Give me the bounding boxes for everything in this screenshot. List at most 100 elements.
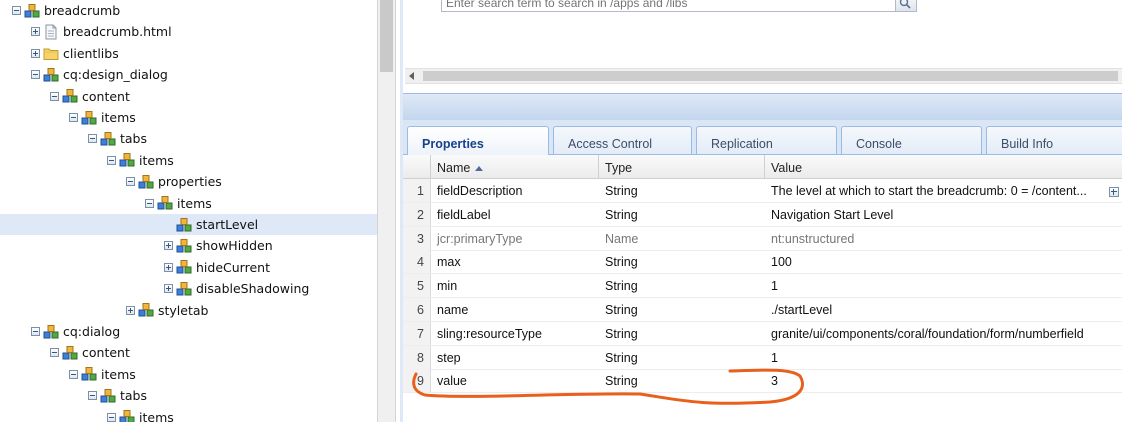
- tree-node-items[interactable]: items: [0, 364, 377, 385]
- tab-access-control[interactable]: Access Control: [553, 126, 692, 154]
- property-row[interactable]: 7 sling:resourceType String granite/ui/comp…: [403, 321, 1122, 346]
- property-type[interactable]: String: [599, 298, 765, 321]
- property-name[interactable]: sling:resourceType: [431, 322, 599, 345]
- tree-node-showhidden[interactable]: showHidden: [0, 235, 377, 256]
- column-header-name[interactable]: Name: [431, 155, 599, 178]
- horizontal-scrollbar-thumb[interactable]: [423, 71, 1118, 81]
- tree-node-breadcrumb-html[interactable]: breadcrumb.html: [0, 21, 377, 42]
- property-name[interactable]: fieldLabel: [431, 203, 599, 226]
- tree-node-styletab[interactable]: styletab: [0, 300, 377, 321]
- property-type[interactable]: String: [599, 274, 765, 297]
- property-value[interactable]: granite/ui/components/coral/foundation/f…: [765, 322, 1105, 345]
- property-row[interactable]: 5 min String 1: [403, 274, 1122, 299]
- property-value[interactable]: 3: [765, 369, 1105, 392]
- property-row[interactable]: 9 value String 3: [403, 369, 1122, 394]
- collapse-icon[interactable]: [50, 348, 59, 358]
- tree-node-cq-design-dialog[interactable]: cq:design_dialog: [0, 64, 377, 85]
- tree-node-content[interactable]: content: [0, 86, 377, 107]
- property-name[interactable]: jcr:primaryType: [431, 227, 599, 250]
- column-header-type[interactable]: Type: [599, 155, 765, 178]
- property-name[interactable]: value: [431, 369, 599, 392]
- property-row[interactable]: 2 fieldLabel String Navigation Start Level: [403, 202, 1122, 227]
- tree-node-cq-dialog[interactable]: cq:dialog: [0, 321, 377, 342]
- tree-node-clientlibs[interactable]: clientlibs: [0, 43, 377, 64]
- property-row[interactable]: 1 fieldDescription String The level at whic…: [403, 179, 1122, 203]
- node-icon: [81, 367, 97, 381]
- collapse-icon[interactable]: [12, 6, 21, 15]
- collapse-icon[interactable]: [107, 412, 116, 422]
- row-number-header: [403, 155, 431, 178]
- tree-node-content[interactable]: content: [0, 342, 377, 363]
- property-value[interactable]: The level at which to start the breadcru…: [765, 179, 1105, 202]
- expand-value-icon[interactable]: [1109, 187, 1119, 197]
- property-name[interactable]: step: [431, 346, 599, 369]
- collapse-icon[interactable]: [126, 177, 135, 187]
- tab-build-info[interactable]: Build Info: [986, 126, 1122, 154]
- tree-node-items[interactable]: items: [0, 107, 377, 128]
- search-input[interactable]: [446, 0, 886, 11]
- node-icon: [100, 131, 116, 146]
- column-header-value[interactable]: Value: [765, 155, 1122, 178]
- property-name[interactable]: fieldDescription: [431, 179, 599, 202]
- tree-node-items[interactable]: items: [0, 193, 377, 214]
- row-number: 9: [403, 369, 431, 393]
- property-value[interactable]: 1: [765, 274, 1105, 297]
- property-type[interactable]: String: [599, 322, 765, 345]
- expand-icon[interactable]: [126, 305, 135, 315]
- collapse-icon[interactable]: [88, 391, 97, 401]
- tab-console[interactable]: Console: [841, 126, 982, 154]
- tree-node-content: breadcrumb.html: [31, 21, 172, 42]
- horizontal-scrollbar[interactable]: [405, 68, 1122, 84]
- tree-node-properties[interactable]: properties: [0, 171, 377, 192]
- tab-properties[interactable]: Properties: [407, 126, 549, 155]
- expand-icon[interactable]: [31, 27, 40, 37]
- property-type[interactable]: String: [599, 346, 765, 369]
- collapse-icon[interactable]: [31, 70, 40, 80]
- collapse-icon[interactable]: [107, 155, 116, 165]
- tree-node-items[interactable]: items: [0, 407, 377, 422]
- collapse-icon[interactable]: [69, 113, 78, 122]
- property-type[interactable]: Name: [599, 227, 765, 250]
- tree-node-startlevel[interactable]: startLevel: [0, 214, 377, 235]
- property-value[interactable]: nt:unstructured: [765, 227, 1105, 250]
- tree-node-label: styletab: [158, 302, 209, 318]
- property-row[interactable]: 4 max String 100: [403, 250, 1122, 275]
- tree-node-disableshadowing[interactable]: disableShadowing: [0, 278, 377, 299]
- tree-scrollbar-thumb[interactable]: [380, 0, 393, 72]
- tree-node-tabs[interactable]: tabs: [0, 385, 377, 406]
- property-value[interactable]: ./startLevel: [765, 298, 1105, 321]
- property-type[interactable]: String: [599, 369, 765, 392]
- collapse-icon[interactable]: [69, 369, 78, 379]
- row-number: 1: [403, 179, 431, 202]
- tree-node-content: startLevel: [164, 214, 258, 235]
- expand-icon[interactable]: [31, 48, 40, 58]
- property-name[interactable]: max: [431, 250, 599, 273]
- property-value[interactable]: Navigation Start Level: [765, 203, 1105, 226]
- tree-node-hidecurrent[interactable]: hideCurrent: [0, 257, 377, 278]
- property-row[interactable]: 6 name String ./startLevel: [403, 298, 1122, 322]
- search-button[interactable]: [895, 0, 916, 11]
- expand-icon[interactable]: [164, 241, 173, 251]
- property-value[interactable]: 100: [765, 250, 1105, 273]
- property-name[interactable]: name: [431, 298, 599, 321]
- property-row[interactable]: 3 jcr:primaryType Name nt:unstructured: [403, 226, 1122, 251]
- property-type[interactable]: String: [599, 203, 765, 226]
- collapse-icon[interactable]: [31, 327, 40, 336]
- property-name[interactable]: min: [431, 274, 599, 297]
- collapse-icon[interactable]: [50, 91, 59, 101]
- tree-node-tabs[interactable]: tabs: [0, 128, 377, 149]
- tab-replication[interactable]: Replication: [696, 126, 837, 154]
- collapse-icon[interactable]: [88, 134, 97, 144]
- property-type[interactable]: String: [599, 179, 765, 202]
- leaf-spacer: [164, 220, 173, 229]
- scroll-left-icon[interactable]: [409, 72, 414, 80]
- property-row[interactable]: 8 step String 1: [403, 345, 1122, 370]
- tree-node-breadcrumb[interactable]: breadcrumb: [0, 0, 377, 21]
- expand-icon[interactable]: [164, 284, 173, 294]
- property-value[interactable]: 1: [765, 346, 1105, 369]
- expand-icon[interactable]: [164, 262, 173, 272]
- tree-node-label: breadcrumb: [44, 3, 121, 18]
- collapse-icon[interactable]: [145, 198, 154, 208]
- property-type[interactable]: String: [599, 250, 765, 273]
- tree-node-items[interactable]: items: [0, 150, 377, 171]
